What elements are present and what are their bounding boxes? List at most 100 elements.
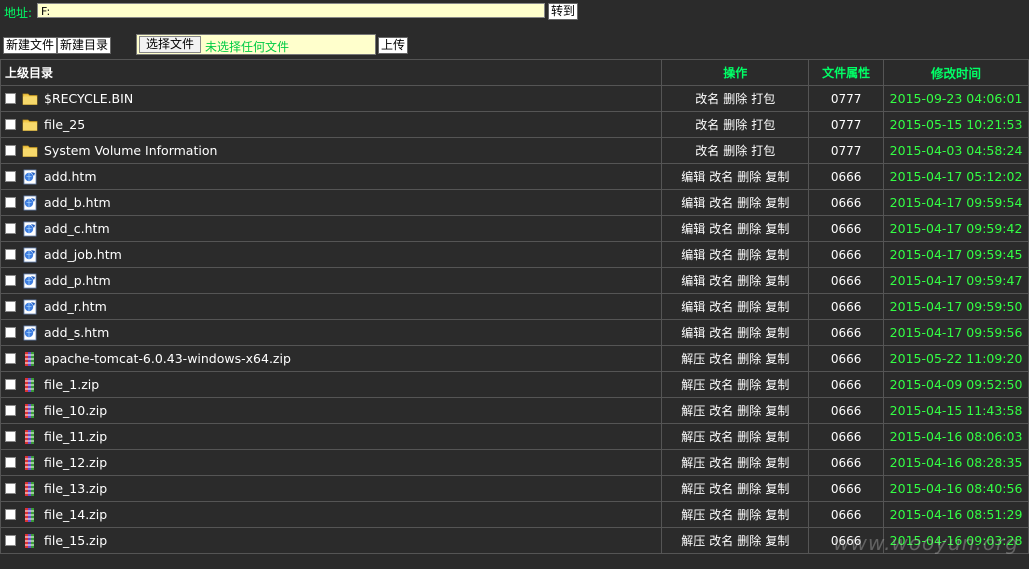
op-link[interactable]: 编辑: [681, 274, 705, 288]
permission-value[interactable]: 0666: [808, 163, 885, 190]
permission-value[interactable]: 0777: [808, 111, 885, 138]
row-checkbox[interactable]: [5, 379, 16, 390]
op-link[interactable]: 打包: [751, 144, 775, 158]
op-link[interactable]: 解压: [681, 534, 705, 548]
op-link[interactable]: 删除: [737, 248, 761, 262]
file-name-link[interactable]: System Volume Information: [44, 143, 217, 158]
op-link[interactable]: 复制: [765, 534, 789, 548]
op-link[interactable]: 删除: [737, 404, 761, 418]
op-link[interactable]: 删除: [737, 378, 761, 392]
op-link[interactable]: 复制: [765, 378, 789, 392]
permission-value[interactable]: 0777: [808, 85, 885, 112]
op-link[interactable]: 复制: [765, 170, 789, 184]
op-link[interactable]: 改名: [709, 482, 733, 496]
op-link[interactable]: 改名: [709, 248, 733, 262]
op-link[interactable]: 解压: [681, 404, 705, 418]
op-link[interactable]: 删除: [737, 508, 761, 522]
op-link[interactable]: 编辑: [681, 326, 705, 340]
file-name-link[interactable]: file_10.zip: [44, 403, 107, 418]
file-name-link[interactable]: add_b.htm: [44, 195, 111, 210]
op-link[interactable]: 删除: [737, 170, 761, 184]
file-name-link[interactable]: file_25: [44, 117, 85, 132]
choose-file-button[interactable]: 选择文件: [139, 36, 202, 53]
permission-value[interactable]: 0666: [808, 189, 885, 216]
row-checkbox[interactable]: [5, 405, 16, 416]
op-link[interactable]: 改名: [709, 508, 733, 522]
permission-value[interactable]: 0666: [808, 345, 885, 372]
op-link[interactable]: 解压: [681, 508, 705, 522]
go-button[interactable]: 转到: [548, 3, 579, 20]
op-link[interactable]: 复制: [765, 404, 789, 418]
permission-value[interactable]: 0666: [808, 293, 885, 320]
op-link[interactable]: 打包: [751, 92, 775, 106]
row-checkbox[interactable]: [5, 431, 16, 442]
op-link[interactable]: 删除: [737, 222, 761, 236]
op-link[interactable]: 改名: [709, 274, 733, 288]
op-link[interactable]: 改名: [709, 196, 733, 210]
file-name-link[interactable]: file_11.zip: [44, 429, 107, 444]
row-checkbox[interactable]: [5, 171, 16, 182]
row-checkbox[interactable]: [5, 509, 16, 520]
op-link[interactable]: 解压: [681, 352, 705, 366]
row-checkbox[interactable]: [5, 483, 16, 494]
op-link[interactable]: 删除: [723, 144, 747, 158]
file-name-link[interactable]: file_13.zip: [44, 481, 107, 496]
row-checkbox[interactable]: [5, 327, 16, 338]
row-checkbox[interactable]: [5, 93, 16, 104]
op-link[interactable]: 解压: [681, 482, 705, 496]
row-checkbox[interactable]: [5, 249, 16, 260]
op-link[interactable]: 改名: [709, 430, 733, 444]
op-link[interactable]: 删除: [737, 300, 761, 314]
op-link[interactable]: 复制: [765, 430, 789, 444]
op-link[interactable]: 改名: [709, 404, 733, 418]
file-name-link[interactable]: file_1.zip: [44, 377, 99, 392]
address-input[interactable]: F:: [37, 3, 545, 18]
op-link[interactable]: 改名: [709, 300, 733, 314]
op-link[interactable]: 删除: [737, 534, 761, 548]
row-checkbox[interactable]: [5, 223, 16, 234]
permission-value[interactable]: 0666: [808, 423, 885, 450]
op-link[interactable]: 改名: [709, 326, 733, 340]
file-name-link[interactable]: $RECYCLE.BIN: [44, 91, 133, 106]
row-checkbox[interactable]: [5, 353, 16, 364]
op-link[interactable]: 删除: [737, 482, 761, 496]
new-file-button[interactable]: 新建文件: [3, 37, 58, 54]
file-name-link[interactable]: add_job.htm: [44, 247, 122, 262]
op-link[interactable]: 复制: [765, 456, 789, 470]
op-link[interactable]: 改名: [709, 534, 733, 548]
op-link[interactable]: 编辑: [681, 170, 705, 184]
op-link[interactable]: 改名: [709, 378, 733, 392]
permission-value[interactable]: 0666: [808, 241, 885, 268]
file-name-link[interactable]: add_s.htm: [44, 325, 109, 340]
row-checkbox[interactable]: [5, 535, 16, 546]
file-name-link[interactable]: apache-tomcat-6.0.43-windows-x64.zip: [44, 351, 291, 366]
op-link[interactable]: 编辑: [681, 222, 705, 236]
op-link[interactable]: 复制: [765, 222, 789, 236]
op-link[interactable]: 复制: [765, 482, 789, 496]
permission-value[interactable]: 0666: [808, 397, 885, 424]
file-name-link[interactable]: add_c.htm: [44, 221, 110, 236]
file-name-link[interactable]: file_15.zip: [44, 533, 107, 548]
file-name-link[interactable]: add.htm: [44, 169, 97, 184]
op-link[interactable]: 删除: [737, 326, 761, 340]
op-link[interactable]: 复制: [765, 352, 789, 366]
op-link[interactable]: 复制: [765, 326, 789, 340]
op-link[interactable]: 改名: [695, 118, 719, 132]
op-link[interactable]: 编辑: [681, 248, 705, 262]
op-link[interactable]: 删除: [737, 430, 761, 444]
new-directory-button[interactable]: 新建目录: [57, 37, 112, 54]
op-link[interactable]: 复制: [765, 196, 789, 210]
op-link[interactable]: 改名: [709, 456, 733, 470]
op-link[interactable]: 复制: [765, 274, 789, 288]
op-link[interactable]: 改名: [709, 352, 733, 366]
op-link[interactable]: 复制: [765, 300, 789, 314]
op-link[interactable]: 改名: [709, 222, 733, 236]
op-link[interactable]: 删除: [737, 196, 761, 210]
parent-directory-link[interactable]: 上级目录: [0, 59, 663, 86]
op-link[interactable]: 复制: [765, 248, 789, 262]
permission-value[interactable]: 0666: [808, 267, 885, 294]
op-link[interactable]: 删除: [723, 118, 747, 132]
permission-value[interactable]: 0666: [808, 215, 885, 242]
file-name-link[interactable]: file_12.zip: [44, 455, 107, 470]
op-link[interactable]: 删除: [737, 456, 761, 470]
